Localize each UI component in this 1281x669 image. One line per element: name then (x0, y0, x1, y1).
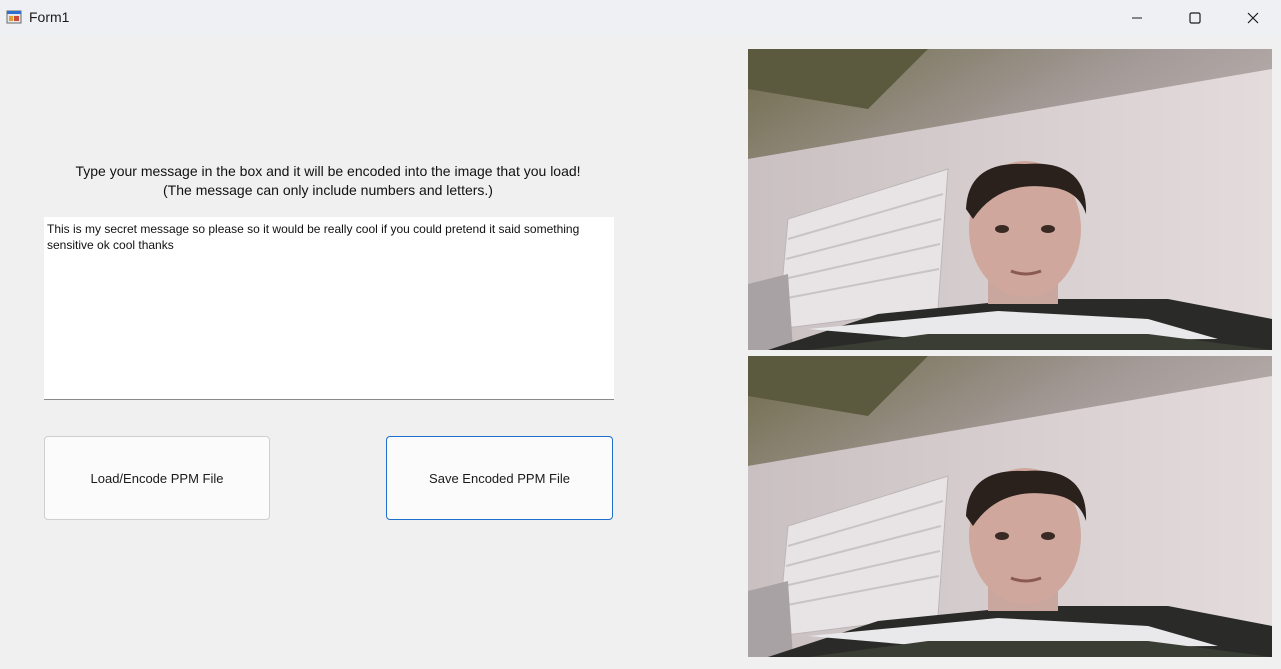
maximize-icon (1189, 12, 1201, 24)
load-encode-button[interactable]: Load/Encode PPM File (44, 436, 270, 520)
encoded-image-picturebox (748, 356, 1272, 657)
save-encoded-button[interactable]: Save Encoded PPM File (386, 436, 613, 520)
title-bar: Form1 (0, 0, 1281, 36)
photo-original (748, 49, 1272, 350)
maximize-button[interactable] (1166, 0, 1224, 36)
message-textbox[interactable]: This is my secret message so please so i… (44, 217, 614, 400)
instructions-line-1: Type your message in the box and it will… (75, 163, 581, 179)
instructions-label: Type your message in the box and it will… (30, 162, 626, 200)
minimize-icon (1131, 12, 1143, 24)
photo-encoded (748, 356, 1272, 657)
minimize-button[interactable] (1108, 0, 1166, 36)
instructions-line-2: (The message can only include numbers an… (163, 182, 493, 198)
close-icon (1247, 12, 1259, 24)
window-title: Form1 (29, 9, 70, 25)
app-icon[interactable] (6, 9, 22, 25)
original-image-picturebox (748, 49, 1272, 350)
close-button[interactable] (1224, 0, 1281, 36)
